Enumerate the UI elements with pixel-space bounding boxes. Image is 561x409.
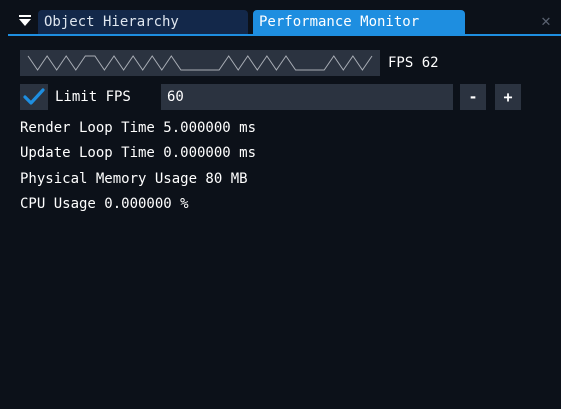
fps-plot bbox=[20, 50, 380, 76]
tab-object-hierarchy[interactable]: Object Hierarchy bbox=[38, 10, 248, 34]
update-loop-time: Update Loop Time 0.000000 ms bbox=[20, 145, 257, 161]
increment-button[interactable]: + bbox=[495, 84, 521, 110]
limit-fps-input[interactable] bbox=[161, 84, 453, 110]
triangle-down-icon[interactable] bbox=[18, 12, 32, 30]
fps-series-line bbox=[27, 55, 373, 71]
limit-fps-checkbox[interactable] bbox=[20, 84, 48, 110]
tab-underline bbox=[8, 34, 561, 36]
performance-monitor-window: Object Hierarchy Performance Monitor ✕ F… bbox=[0, 0, 561, 409]
cpu-usage: CPU Usage 0.000000 % bbox=[20, 196, 189, 212]
physical-memory-usage: Physical Memory Usage 80 MB bbox=[20, 171, 248, 187]
decrement-button[interactable]: - bbox=[460, 84, 486, 110]
checkmark-icon bbox=[23, 88, 45, 105]
render-loop-time: Render Loop Time 5.000000 ms bbox=[20, 120, 257, 136]
fps-plot-line bbox=[27, 55, 373, 71]
limit-fps-label: Limit FPS bbox=[55, 89, 131, 105]
fps-label: FPS 62 bbox=[388, 55, 439, 71]
close-icon[interactable]: ✕ bbox=[538, 11, 554, 31]
tab-performance-monitor[interactable]: Performance Monitor bbox=[253, 10, 465, 34]
